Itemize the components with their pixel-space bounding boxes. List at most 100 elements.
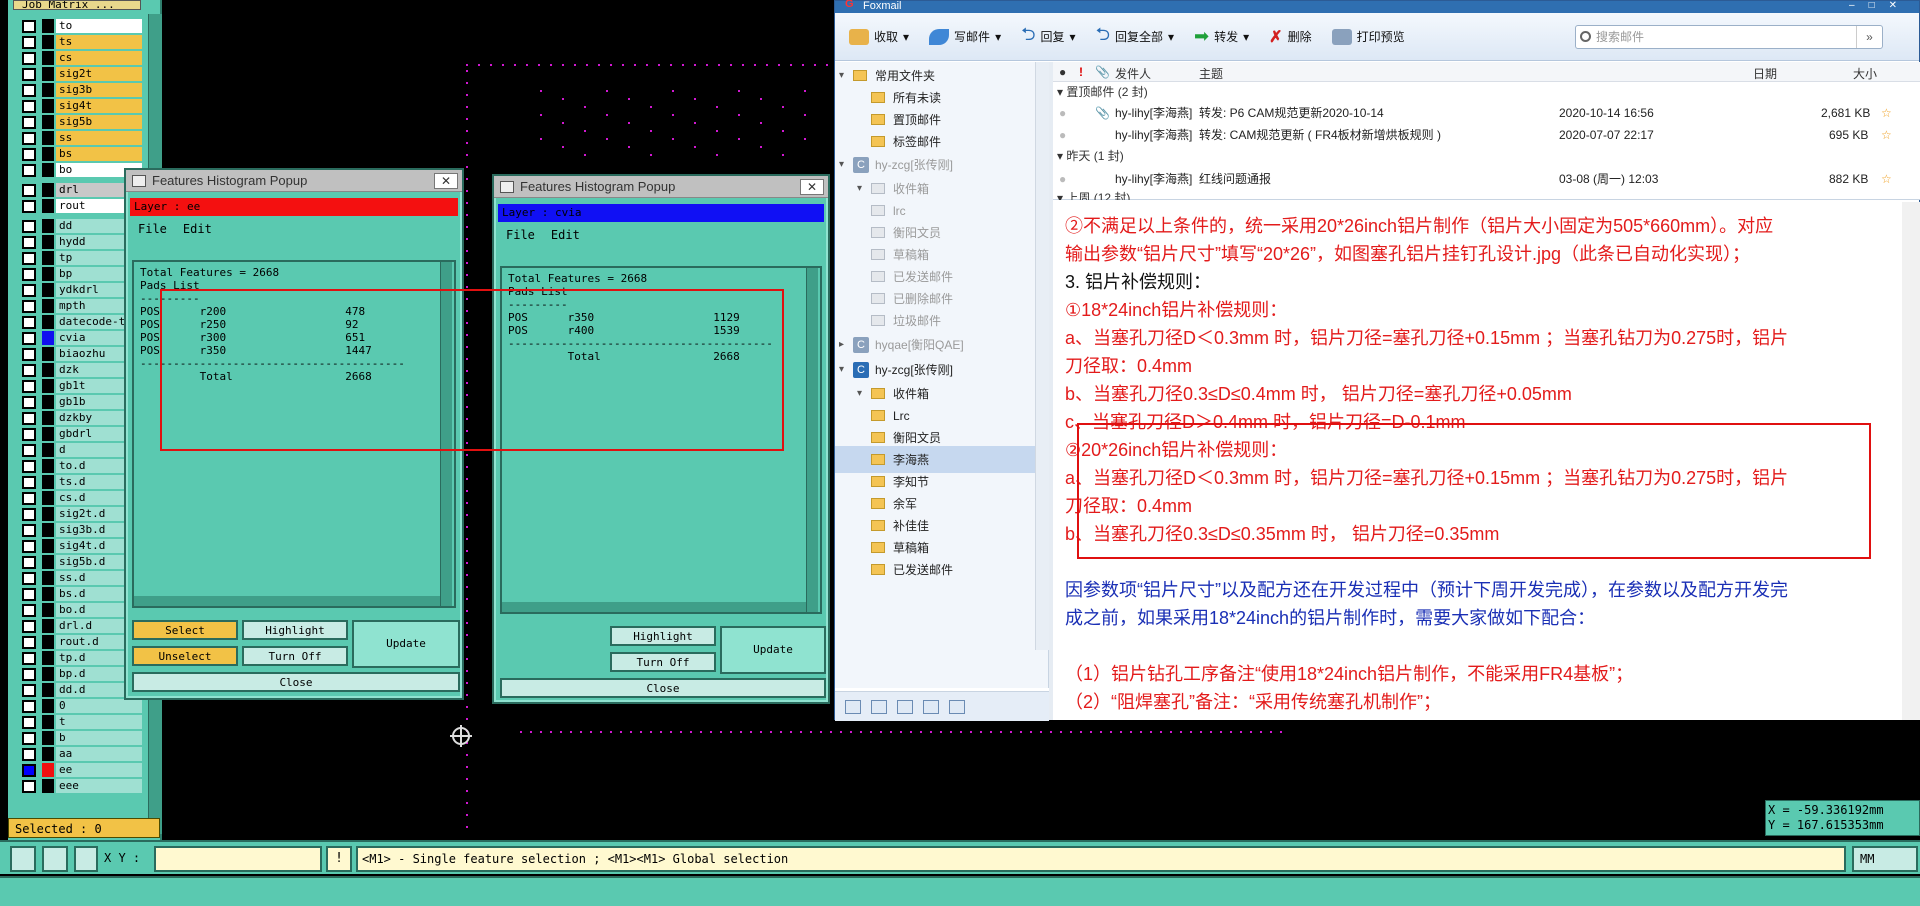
close-button[interactable]: Close	[132, 672, 460, 692]
layer-name[interactable]: 0	[56, 699, 142, 713]
reply-button[interactable]: ⮌ 回复 ▾	[1021, 22, 1075, 52]
menu-file[interactable]: File	[506, 228, 535, 242]
units-selector[interactable]: MM	[1852, 846, 1918, 872]
layer-color-swatch[interactable]	[42, 67, 54, 81]
layer-color-swatch[interactable]	[42, 459, 54, 473]
highlight-button[interactable]: Highlight	[242, 620, 348, 640]
size-column-header[interactable]: 大小	[1853, 65, 1877, 82]
vertical-scrollbar[interactable]	[806, 268, 818, 612]
chevron-down-icon[interactable]: ▾	[1168, 30, 1174, 44]
layer-color-swatch[interactable]	[42, 747, 54, 761]
layer-color-swatch[interactable]	[42, 603, 54, 617]
layer-color-swatch[interactable]	[42, 715, 54, 729]
layer-checkbox[interactable]	[22, 507, 36, 521]
layer-checkbox[interactable]	[22, 571, 36, 585]
layer-color-swatch[interactable]	[42, 183, 54, 197]
layer-color-swatch[interactable]	[42, 315, 54, 329]
close-window-button[interactable]: ✕	[434, 172, 458, 189]
expand-arrow-icon[interactable]: ▾	[857, 183, 867, 194]
layer-row[interactable]: sig4t	[16, 98, 142, 114]
horizontal-scrollbar[interactable]	[502, 602, 806, 612]
layer-checkbox[interactable]	[22, 379, 36, 393]
layer-row[interactable]: sig3b	[16, 82, 142, 98]
layer-color-swatch[interactable]	[42, 115, 54, 129]
priority-column-icon[interactable]: !	[1079, 65, 1083, 79]
group-header-yesterday[interactable]: ▾ 昨天 (1 封)	[1057, 146, 1124, 166]
reply-all-button[interactable]: ⮌ 回复全部 ▾	[1096, 22, 1174, 52]
layer-color-swatch[interactable]	[42, 651, 54, 665]
layer-checkbox[interactable]	[22, 395, 36, 409]
layer-color-swatch[interactable]	[42, 251, 54, 265]
layer-row[interactable]: ss	[16, 130, 142, 146]
layer-row[interactable]: aa	[16, 746, 142, 762]
folder-item[interactable]: 已发送邮件	[835, 556, 1035, 583]
layer-checkbox[interactable]	[22, 51, 36, 65]
layer-color-swatch[interactable]	[42, 163, 54, 177]
expand-arrow-icon[interactable]: ▾	[839, 364, 849, 375]
chevron-down-icon[interactable]: ▾	[1070, 30, 1076, 44]
grid-tool-icon[interactable]	[74, 846, 98, 872]
rss-module-icon[interactable]	[949, 699, 965, 714]
layer-row[interactable]: ts	[16, 34, 142, 50]
layer-color-swatch[interactable]	[42, 51, 54, 65]
layer-name[interactable]: ts	[56, 35, 142, 49]
layer-color-swatch[interactable]	[42, 507, 54, 521]
layer-checkbox[interactable]	[22, 83, 36, 97]
layer-row[interactable]: sig5b	[16, 114, 142, 130]
layer-checkbox[interactable]	[22, 443, 36, 457]
delete-button[interactable]: ✗ 删除	[1269, 27, 1311, 47]
layer-name[interactable]: bs	[56, 147, 142, 161]
layer-checkbox[interactable]	[22, 523, 36, 537]
layer-color-swatch[interactable]	[42, 475, 54, 489]
layer-row[interactable]: cs	[16, 50, 142, 66]
unread-column-icon[interactable]: ●	[1059, 65, 1066, 79]
layer-checkbox[interactable]	[22, 299, 36, 313]
layer-color-swatch[interactable]	[42, 347, 54, 361]
xy-input[interactable]	[154, 846, 322, 872]
layer-checkbox[interactable]	[22, 635, 36, 649]
folder-item[interactable]: ▾ Chy-zcg[张传刚]	[835, 356, 1035, 383]
layer-checkbox[interactable]	[22, 99, 36, 113]
layer-row[interactable]: sig2t	[16, 66, 142, 82]
layer-color-swatch[interactable]	[42, 555, 54, 569]
turn-off-button[interactable]: Turn Off	[242, 646, 348, 666]
layer-checkbox[interactable]	[22, 779, 36, 793]
popup-titlebar[interactable]: Features Histogram Popup ✕	[126, 170, 462, 192]
layer-color-swatch[interactable]	[42, 131, 54, 145]
layer-checkbox[interactable]	[22, 459, 36, 473]
folder-item[interactable]: ▾ Chy-zcg[张传刚]	[835, 151, 1035, 178]
layer-color-swatch[interactable]	[42, 147, 54, 161]
layer-checkbox[interactable]	[22, 19, 36, 33]
layer-checkbox[interactable]	[22, 67, 36, 81]
sender-column-header[interactable]: 发件人	[1115, 65, 1151, 82]
layer-checkbox[interactable]	[22, 491, 36, 505]
layer-color-swatch[interactable]	[42, 635, 54, 649]
measure-tool-icon[interactable]	[42, 846, 68, 872]
chevron-down-icon[interactable]: ▾	[1243, 30, 1249, 44]
layer-checkbox[interactable]	[22, 347, 36, 361]
group-header-last-week[interactable]: ▾ 上周 (12 封)	[1057, 190, 1130, 200]
calendar-module-icon[interactable]	[897, 699, 913, 714]
layer-name[interactable]: b	[56, 731, 142, 745]
folder-item[interactable]: ▸ Chyqae[衡阳QAE]	[835, 331, 1035, 358]
highlight-button[interactable]: Highlight	[610, 626, 716, 646]
layer-color-swatch[interactable]	[42, 443, 54, 457]
update-button[interactable]: Update	[352, 620, 460, 668]
layer-checkbox[interactable]	[22, 235, 36, 249]
forward-button[interactable]: ➡ 转发 ▾	[1194, 26, 1249, 47]
layer-color-swatch[interactable]	[42, 35, 54, 49]
foxmail-titlebar[interactable]: G Foxmail –□✕	[835, 0, 1919, 13]
expand-arrow-icon[interactable]: ▾	[857, 388, 867, 399]
menu-edit[interactable]: Edit	[551, 228, 580, 242]
layer-row[interactable]: 0	[16, 698, 142, 714]
layer-checkbox[interactable]	[22, 667, 36, 681]
horizontal-scrollbar[interactable]	[134, 596, 440, 606]
layer-color-swatch[interactable]	[42, 523, 54, 537]
layer-color-swatch[interactable]	[42, 299, 54, 313]
contacts-module-icon[interactable]	[871, 699, 887, 714]
mail-module-icon[interactable]	[845, 699, 861, 714]
turn-off-button[interactable]: Turn Off	[610, 652, 716, 672]
layer-checkbox[interactable]	[22, 587, 36, 601]
layer-row[interactable]: eee	[16, 778, 142, 794]
layer-color-swatch[interactable]	[42, 539, 54, 553]
